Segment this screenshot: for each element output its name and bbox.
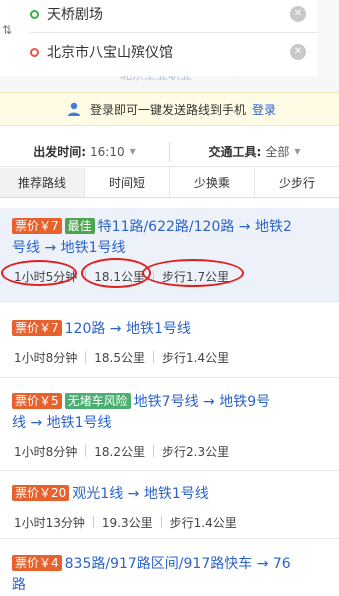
route-walk: 步行1.4公里: [169, 515, 237, 530]
price-badge: 票价￥7: [12, 218, 62, 234]
route-duration: 1小时13分钟: [14, 515, 85, 530]
price-badge: 票价￥4: [12, 555, 62, 571]
transport-label: 交通工具:: [208, 145, 262, 159]
clear-destination-icon[interactable]: ✕: [290, 44, 306, 60]
route-card[interactable]: 票价￥7 最佳 特11路/622路/120路 → 地铁2 号线 → 地铁1号线 1小…: [0, 208, 339, 302]
destination-text: 北京市八宝山殡仪馆: [47, 45, 173, 61]
sort-tabs: 推荐路线 时间短 少换乘 少步行: [0, 168, 339, 198]
tab-recommended[interactable]: 推荐路线: [0, 168, 85, 197]
route-meta: 1小时8分钟 18.5公里 步行1.4公里: [12, 346, 327, 368]
route-duration: 1小时8分钟: [14, 350, 78, 365]
route-card[interactable]: 票价￥7 120路 → 地铁1号线 1小时8分钟 18.5公里 步行1.4公里: [0, 310, 339, 378]
route-walk: 步行2.3公里: [162, 444, 230, 459]
depart-time-selector[interactable]: 出发时间: 16:10 ▼: [0, 137, 169, 166]
swap-icon[interactable]: ⇅: [2, 22, 18, 38]
route-input-panel: 北京工业职业 ⇅ 天桥剧场 ✕ 北京市八宝山殡仪馆 ✕: [0, 0, 339, 92]
origin-dot-icon: [30, 9, 39, 19]
divider: [160, 516, 162, 528]
destination-dot-icon: [30, 47, 39, 57]
annotation-circle: [1, 260, 77, 286]
route-lines: 票价￥7 最佳 特11路/622路/120路 → 地铁2 号线 → 地铁1号线: [12, 217, 327, 259]
tab-least-walking[interactable]: 少步行: [255, 168, 339, 197]
origin-text: 天桥剧场: [47, 7, 103, 23]
route-line-text: 地铁7号线 → 地铁9号: [133, 394, 271, 410]
route-line-text: 120路 → 地铁1号线: [64, 321, 191, 337]
best-badge: 最佳: [64, 218, 95, 234]
destination-field[interactable]: 北京市八宝山殡仪馆 ✕: [30, 38, 306, 66]
route-line-text: 号线 → 地铁1号线: [12, 240, 126, 256]
depart-time-label: 出发时间:: [33, 145, 87, 159]
route-card[interactable]: 票价￥5 无堵车风险 地铁7号线 → 地铁9号 线 → 地铁1号线 1小时8分钟 1…: [0, 383, 339, 471]
chevron-down-icon: ▼: [294, 147, 301, 156]
route-line-text: 特11路/622路/120路 → 地铁2: [97, 219, 292, 235]
route-line-text: 线 → 地铁1号线: [12, 415, 112, 431]
divider: [153, 351, 155, 363]
no-traffic-risk-badge: 无堵车风险: [64, 393, 131, 409]
origin-field[interactable]: 天桥剧场 ✕: [30, 0, 306, 28]
route-lines: 票价￥4 835路/917路区间/917路快车 → 76 路: [12, 554, 327, 596]
price-badge: 票价￥20: [12, 485, 70, 501]
price-badge: 票价￥7: [12, 320, 62, 336]
tab-shortest-time[interactable]: 时间短: [85, 168, 170, 197]
depart-time-value: 16:10: [90, 144, 125, 159]
route-line-text: 835路/917路区间/917路快车 → 76: [64, 556, 291, 572]
route-walk: 步行1.4公里: [162, 350, 230, 365]
user-icon: [68, 102, 80, 116]
origin-destination-card: ⇅ 天桥剧场 ✕ 北京市八宝山殡仪馆 ✕: [0, 0, 318, 76]
login-prompt-text: 登录即可一键发送路线到手机: [90, 102, 247, 117]
route-meta: 1小时8分钟 18.2公里 步行2.3公里: [12, 440, 327, 462]
divider: [92, 516, 94, 528]
price-badge: 票价￥5: [12, 393, 62, 409]
route-lines: 票价￥20 观光1线 → 地铁1号线: [12, 484, 327, 505]
filter-bar: 出发时间: 16:10 ▼ 交通工具: 全部 ▼: [0, 137, 339, 167]
login-link[interactable]: 登录: [252, 101, 276, 118]
clear-origin-icon[interactable]: ✕: [290, 6, 306, 22]
route-distance: 18.5公里: [94, 350, 146, 365]
divider: [153, 445, 155, 457]
annotation-circle: [142, 259, 244, 287]
login-banner: 登录即可一键发送路线到手机 登录: [0, 92, 339, 126]
route-distance: 18.2公里: [94, 444, 146, 459]
route-meta: 1小时13分钟 19.3公里 步行1.4公里: [12, 511, 327, 533]
annotation-circle: [81, 258, 151, 288]
route-card[interactable]: 票价￥4 835路/917路区间/917路快车 → 76 路: [0, 545, 339, 595]
route-distance: 19.3公里: [101, 515, 153, 530]
transport-value: 全部: [265, 145, 290, 159]
route-duration: 1小时8分钟: [14, 444, 78, 459]
divider: [30, 32, 318, 33]
route-line-text: 观光1线 → 地铁1号线: [72, 486, 209, 502]
route-line-text: 路: [12, 577, 26, 593]
route-lines: 票价￥7 120路 → 地铁1号线: [12, 319, 327, 340]
transport-selector[interactable]: 交通工具: 全部 ▼: [170, 137, 339, 166]
route-card[interactable]: 票价￥20 观光1线 → 地铁1号线 1小时13分钟 19.3公里 步行1.4公里: [0, 475, 339, 539]
divider: [85, 445, 87, 457]
chevron-down-icon: ▼: [129, 147, 136, 156]
route-lines: 票价￥5 无堵车风险 地铁7号线 → 地铁9号 线 → 地铁1号线: [12, 392, 327, 434]
tab-fewest-transfers[interactable]: 少换乘: [170, 168, 255, 197]
divider: [85, 351, 87, 363]
